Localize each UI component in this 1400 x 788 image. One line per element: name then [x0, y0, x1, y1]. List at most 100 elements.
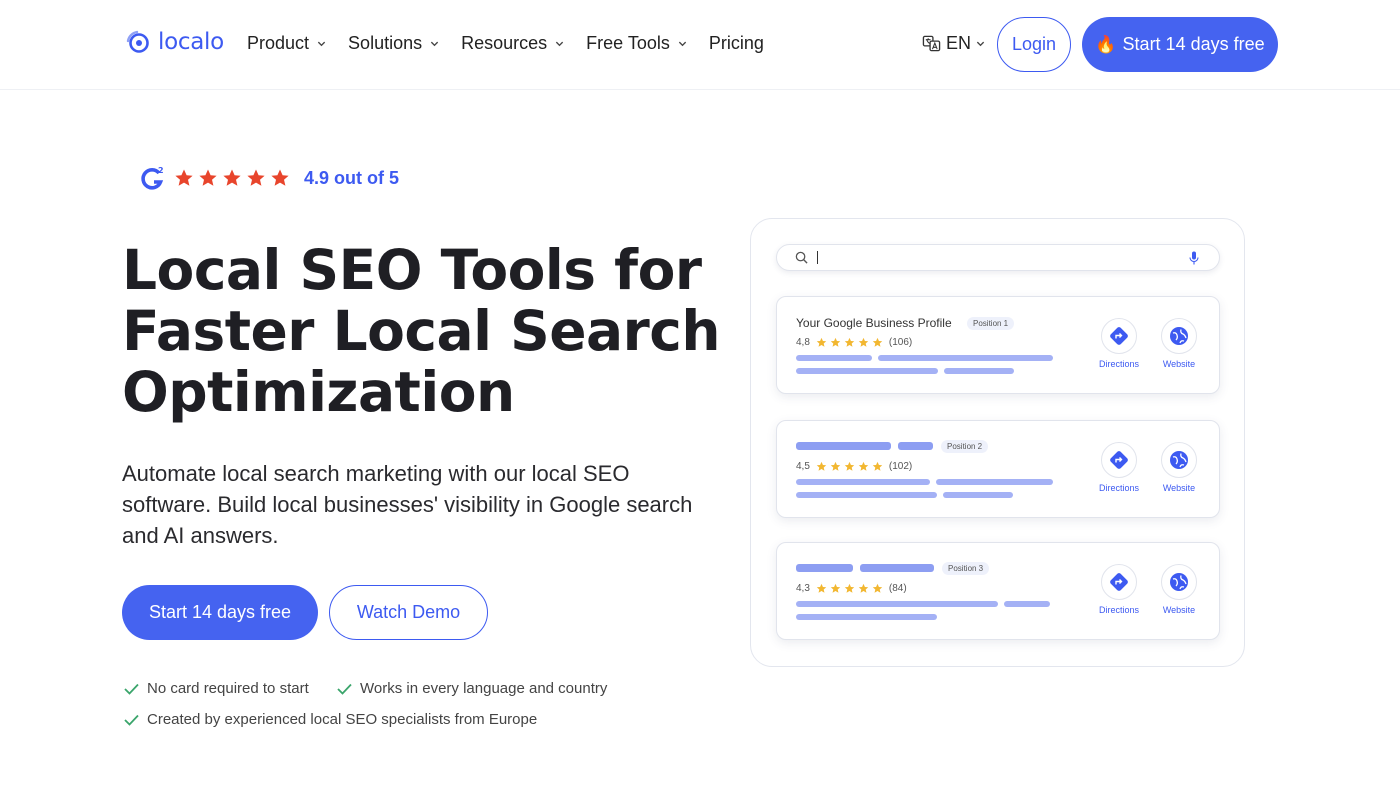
directions-icon [1110, 451, 1128, 469]
directions-action[interactable]: Directions [1089, 564, 1149, 615]
directions-label: Directions [1098, 605, 1139, 615]
hero-title-line: Local SEO Tools for [122, 238, 702, 302]
position-badge: Position 1 [967, 317, 1015, 330]
start-trial-label: Start 14 days free [1122, 34, 1265, 54]
nav-item-label: Free Tools [586, 33, 670, 53]
result-rating: 4,5 (102) [796, 461, 912, 472]
svg-text:2: 2 [158, 166, 164, 175]
skeleton-bar [898, 442, 933, 450]
star-icon [223, 169, 241, 186]
microphone-icon [1189, 251, 1199, 265]
skeleton-bar [936, 479, 1053, 485]
star-icon [830, 583, 841, 593]
website-icon-button [1161, 318, 1197, 354]
star-icon [830, 337, 841, 347]
star-icon [844, 583, 855, 593]
directions-icon-button [1101, 564, 1137, 600]
chevron-down-icon [678, 41, 687, 47]
chevron-down-icon [317, 41, 326, 47]
nav-item-label: Product [247, 33, 310, 53]
result-title: Your Google Business Profile [796, 316, 952, 330]
hero-subtitle: Automate local search marketing with our… [122, 458, 702, 551]
skeleton-bar [796, 492, 937, 498]
rating-value: 4,5 [796, 461, 810, 472]
localo-logo-icon [126, 30, 149, 53]
star-icon [872, 461, 883, 471]
directions-icon-button [1101, 318, 1137, 354]
feature-text: Created by experienced local SEO special… [147, 711, 538, 728]
search-icon [795, 251, 808, 264]
star-icon [247, 169, 265, 186]
nav-item-label: Pricing [708, 33, 764, 53]
result-card-2: Position 2 4,5 (102) Directions Website [776, 420, 1220, 518]
result-rating: 4,8 (106) [796, 337, 912, 348]
chevron-down-icon [976, 41, 985, 47]
logo[interactable]: localo [124, 28, 224, 56]
website-action[interactable]: Website [1149, 442, 1209, 493]
search-results-mockup: Your Google Business Profile Position 1 … [750, 218, 1245, 667]
nav-item-product[interactable]: Product [247, 33, 326, 54]
review-count: (84) [888, 583, 907, 594]
skeleton-bar [796, 614, 937, 620]
result-card-1: Your Google Business Profile Position 1 … [776, 296, 1220, 394]
language-selector[interactable]: EN [922, 33, 985, 54]
result-card-3: Position 3 4,3 (84) Directions Website [776, 542, 1220, 640]
start-trial-header-button[interactable]: 🔥 Start 14 days free [1082, 17, 1278, 72]
hero-title-line: Faster Local Search [122, 299, 721, 363]
star-icon [844, 337, 855, 347]
login-button[interactable]: Login [997, 17, 1071, 72]
rating-value: 4,8 [796, 337, 810, 348]
position-badge: Position 3 [942, 562, 990, 575]
review-count: (106) [888, 337, 913, 348]
start-trial-button[interactable]: Start 14 days free [122, 585, 318, 640]
feature-text: No card required to start [147, 680, 309, 697]
nav-item-label: Resources [461, 33, 548, 53]
hero-subtitle-line: and AI answers. [122, 523, 279, 548]
review-count: (102) [888, 461, 913, 472]
g2-rating: 2 4.9 out of 5 [140, 164, 399, 192]
star-icon [271, 169, 289, 186]
skeleton-bar [943, 492, 1013, 498]
chevron-down-icon [556, 41, 564, 47]
star-icon [199, 169, 217, 186]
main-nav: Product Solutions Resources Free Tools P… [247, 33, 786, 54]
website-action[interactable]: Website [1149, 564, 1209, 615]
watch-demo-button[interactable]: Watch Demo [329, 585, 488, 640]
website-action[interactable]: Website [1149, 318, 1209, 369]
star-icon [858, 461, 869, 471]
nav-item-free-tools[interactable]: Free Tools [586, 33, 687, 54]
skeleton-bar [796, 601, 998, 607]
directions-action[interactable]: Directions [1089, 318, 1149, 369]
text-caret [817, 251, 818, 264]
check-icon [124, 683, 139, 695]
g2-logo-icon: 2 [141, 166, 164, 190]
rating-text: 4.9 out of 5 [304, 167, 400, 188]
skeleton-bar [1004, 601, 1050, 607]
website-label: Website [1162, 483, 1196, 493]
nav-item-resources[interactable]: Resources [461, 33, 564, 54]
globe-icon [1170, 451, 1188, 469]
star-icon [858, 337, 869, 347]
site-header: localo Product Solutions Resources Free … [0, 0, 1400, 90]
directions-icon [1110, 327, 1128, 345]
star-icon [816, 461, 827, 471]
directions-action[interactable]: Directions [1089, 442, 1149, 493]
website-label: Website [1162, 359, 1196, 369]
skeleton-bar [796, 479, 930, 485]
flame-icon: 🔥 [1095, 34, 1117, 54]
globe-icon [1170, 573, 1188, 591]
translate-icon [922, 35, 941, 52]
feature-text: Works in every language and country [360, 680, 608, 697]
directions-icon [1110, 573, 1128, 591]
directions-label: Directions [1098, 359, 1139, 369]
skeleton-bar [796, 442, 891, 450]
star-icon [816, 583, 827, 593]
skeleton-bar [796, 564, 853, 572]
position-badge: Position 2 [941, 440, 989, 453]
hero-title: Local SEO Tools for Faster Local Search … [122, 238, 721, 423]
nav-item-solutions[interactable]: Solutions [348, 33, 439, 54]
star-icon [844, 461, 855, 471]
website-icon-button [1161, 442, 1197, 478]
nav-item-pricing[interactable]: Pricing [709, 33, 764, 54]
star-icon [858, 583, 869, 593]
